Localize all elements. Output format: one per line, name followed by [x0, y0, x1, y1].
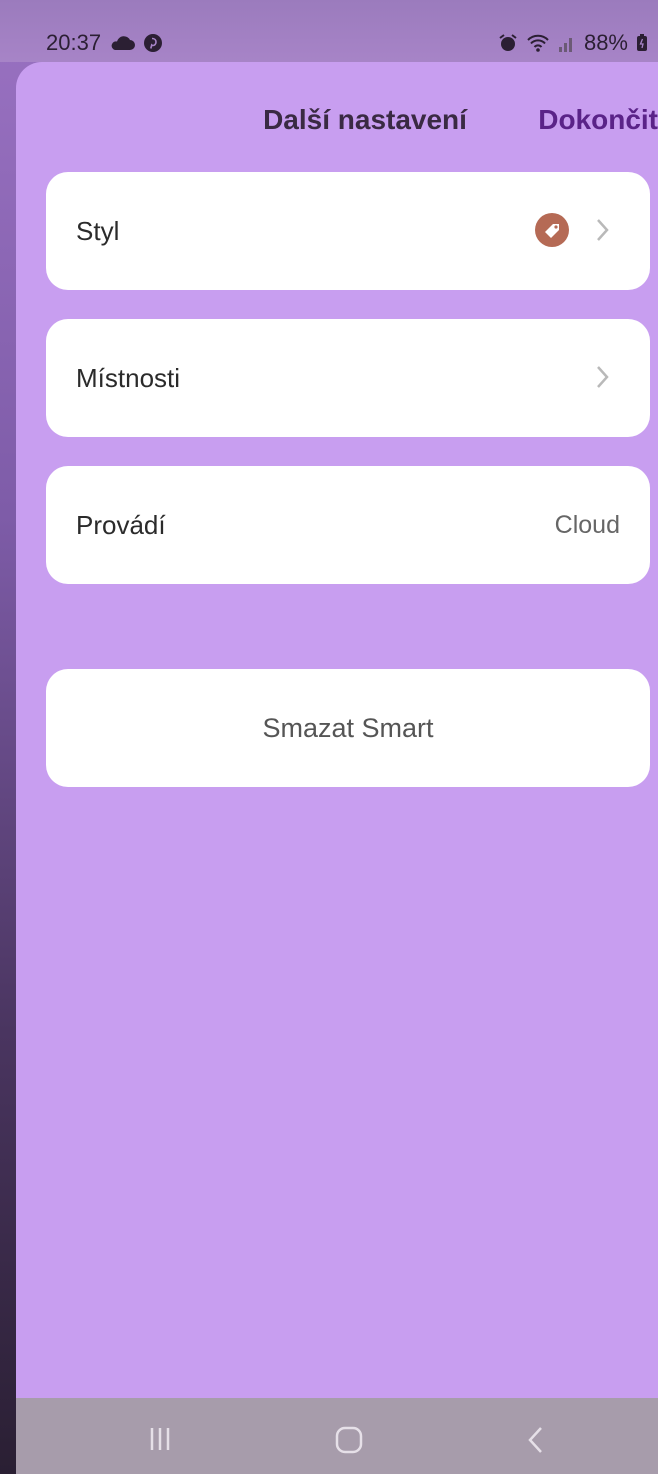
delete-smart-button[interactable]: Smazat Smart — [46, 669, 650, 787]
alarm-icon — [498, 33, 518, 53]
style-label: Styl — [76, 216, 120, 246]
battery-percent: 88% — [583, 30, 628, 55]
done-button[interactable]: Dokončit — [516, 104, 658, 136]
status-time: 20:37 — [46, 30, 102, 55]
executes-row: Provádí Cloud — [46, 466, 650, 584]
rooms-label: Místnosti — [76, 363, 181, 393]
chevron-right-icon — [596, 364, 610, 395]
tag-icon — [534, 212, 570, 253]
executes-value: Cloud — [554, 511, 620, 539]
executes-label: Provádí — [76, 510, 166, 540]
pinterest-icon — [143, 33, 163, 53]
chevron-right-icon — [596, 217, 610, 248]
status-bar-left: 20:37 — [46, 30, 163, 56]
back-icon[interactable] — [526, 1426, 546, 1459]
status-bar: 20:37 88% — [0, 0, 658, 62]
page-title: Další nastavení — [263, 104, 467, 135]
home-icon[interactable] — [334, 1426, 364, 1459]
rooms-row[interactable]: Místnosti — [46, 319, 650, 437]
wifi-icon — [526, 33, 550, 53]
signal-icon — [558, 33, 576, 53]
cloud-icon — [109, 35, 136, 51]
delete-smart-label: Smazat Smart — [262, 713, 434, 743]
battery-icon — [636, 33, 648, 53]
status-bar-right: 88% — [498, 30, 648, 56]
settings-sheet: Další nastavení Dokončit Styl Místnosti … — [16, 62, 658, 1398]
navigation-bar — [16, 1398, 658, 1474]
style-row[interactable]: Styl — [46, 172, 650, 290]
recent-apps-icon[interactable] — [146, 1426, 174, 1457]
